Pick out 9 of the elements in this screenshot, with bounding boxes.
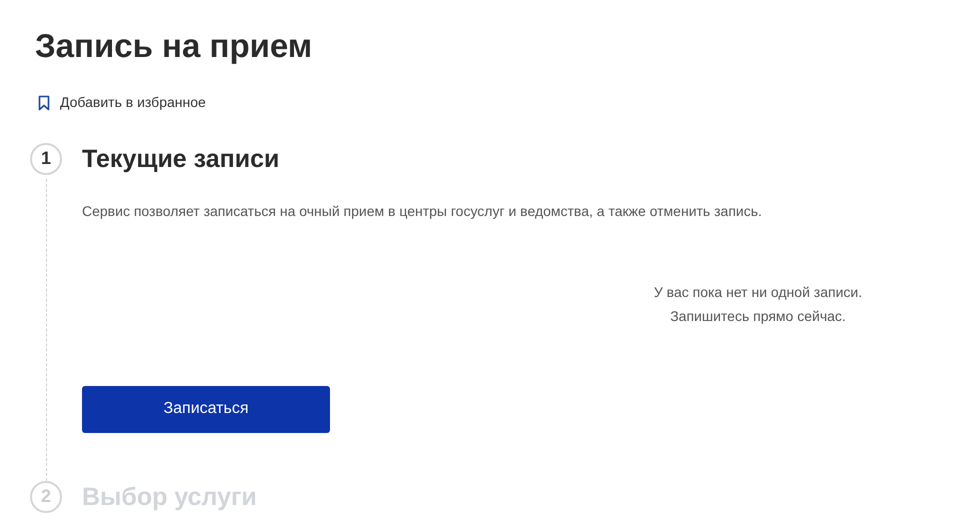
- favorite-link[interactable]: Добавить в избранное: [38, 92, 206, 113]
- signup-button[interactable]: Записаться: [82, 386, 330, 432]
- step-title: Текущие записи: [82, 144, 280, 174]
- empty-message: У вас пока нет ни одной записи.: [652, 282, 864, 302]
- step-number: 1: [30, 142, 62, 174]
- empty-message: Запишитесь прямо сейчас.: [669, 306, 847, 326]
- page-title: Запись на прием: [35, 26, 314, 66]
- bookmark-icon: [38, 94, 50, 110]
- description: Сервис позволяет записаться на очный прием в центры госуслуг и ведомства, а также отменить запись.: [82, 202, 763, 221]
